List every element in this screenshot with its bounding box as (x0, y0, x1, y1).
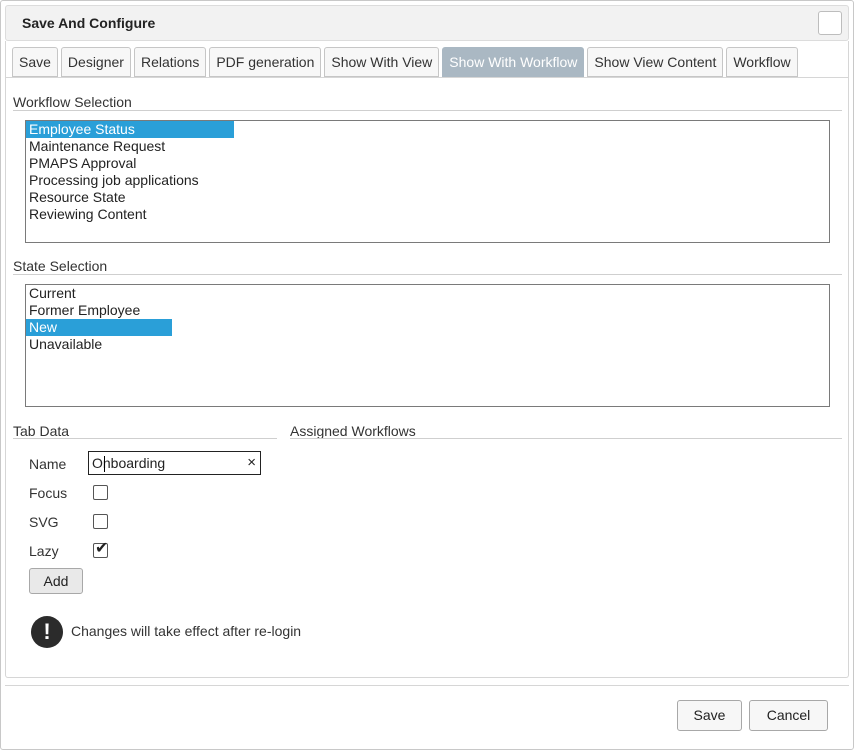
svg-label: SVG (29, 514, 59, 530)
tab-save[interactable]: Save (12, 47, 58, 77)
footer-divider (5, 685, 849, 686)
workflow-selection-label: Workflow Selection (13, 94, 132, 110)
name-field[interactable]: × (88, 451, 261, 475)
name-label: Name (29, 456, 67, 472)
workflow-list-item[interactable]: Maintenance Request (26, 138, 829, 155)
save-and-configure-dialog: Save And Configure Save Designer Relations… (0, 0, 854, 750)
exclamation-icon: ! (31, 616, 63, 648)
tab-designer[interactable]: Designer (60, 47, 131, 77)
tab-show-with-view[interactable]: Show With View (324, 47, 440, 77)
save-button[interactable]: Save (677, 700, 742, 731)
tab-strip: Save Designer Relations PDF generation Show … (12, 47, 798, 77)
workflow-list-item[interactable]: Employee Status (26, 121, 234, 138)
tab-pdf-generation[interactable]: PDF generation (209, 47, 322, 77)
assigned-workflows-label: Assigned Workflows (290, 423, 416, 439)
workflow-listbox[interactable]: Employee Status Maintenance Request PMAPS … (25, 120, 830, 243)
state-listbox[interactable]: Current Former Employee New Unavailable (25, 284, 830, 407)
focus-label: Focus (29, 485, 68, 501)
name-input[interactable] (89, 452, 239, 474)
clear-icon[interactable]: × (247, 454, 256, 471)
workflow-list-item[interactable]: Resource State (26, 189, 829, 206)
state-list-item[interactable]: Former Employee (26, 302, 829, 319)
tab-workflow[interactable]: Workflow (726, 47, 798, 77)
state-selection-label: State Selection (13, 258, 108, 274)
tab-data-label: Tab Data (13, 423, 70, 439)
checkmark-icon: ✔ (95, 540, 109, 557)
state-list-item[interactable]: Current (26, 285, 829, 302)
add-button[interactable]: Add (29, 568, 83, 594)
workflow-selection-rule (13, 110, 842, 111)
lazy-checkbox[interactable]: ✔ (93, 540, 109, 558)
notice-text: Changes will take effect after re-login (71, 623, 302, 639)
assigned-workflows-rule (290, 438, 842, 439)
titlebar-button[interactable] (818, 11, 842, 35)
dialog-titlebar: Save And Configure (5, 5, 849, 41)
tab-divider (6, 77, 848, 78)
dialog-title: Save And Configure (22, 15, 156, 31)
dialog-content: Save Designer Relations PDF generation Show … (5, 41, 849, 678)
workflow-list-item[interactable]: Reviewing Content (26, 206, 829, 223)
svg-checkbox[interactable] (93, 514, 108, 529)
focus-checkbox[interactable] (93, 485, 108, 500)
tab-data-rule (13, 438, 277, 439)
state-list-item[interactable]: New (26, 319, 172, 336)
workflow-list-item[interactable]: PMAPS Approval (26, 155, 829, 172)
state-selection-rule (13, 274, 842, 275)
text-caret (104, 456, 105, 472)
workflow-list-item[interactable]: Processing job applications (26, 172, 829, 189)
state-list-item[interactable]: Unavailable (26, 336, 829, 353)
tab-relations[interactable]: Relations (133, 47, 207, 77)
lazy-label: Lazy (29, 543, 59, 559)
cancel-button[interactable]: Cancel (749, 700, 828, 731)
tab-show-with-workflow[interactable]: Show With Workflow (442, 47, 585, 77)
tab-show-view-content[interactable]: Show View Content (587, 47, 724, 77)
